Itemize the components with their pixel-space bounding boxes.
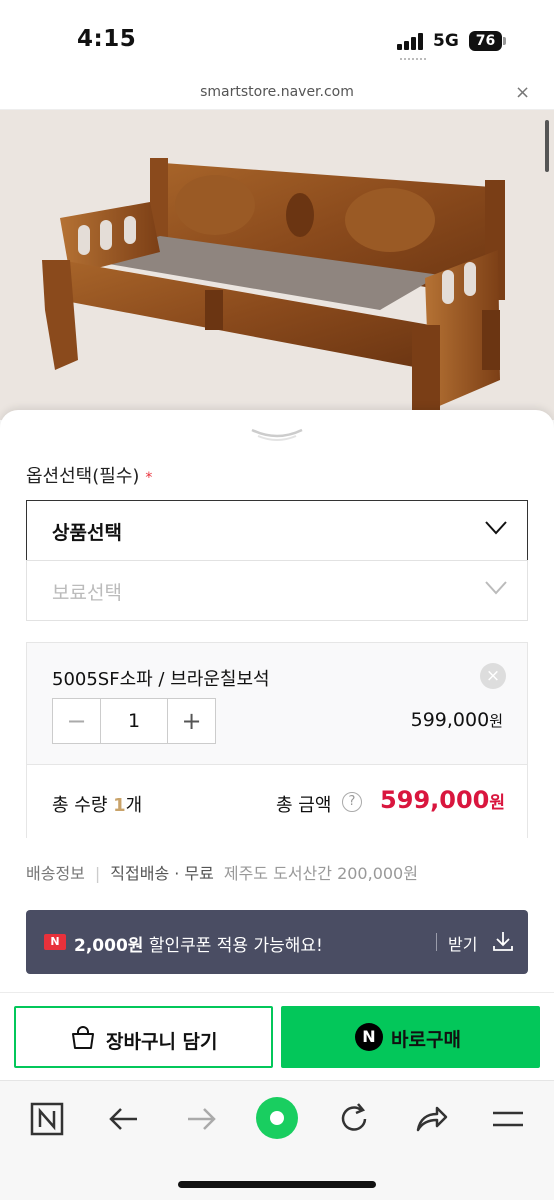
decrease-quantity-button[interactable]: − — [53, 699, 100, 743]
total-amount-unit: 원 — [489, 793, 505, 813]
increase-quantity-button[interactable]: + — [168, 699, 215, 743]
option-sheet: 옵션선택(필수) * 상품선택 보료선택 5005SF소파 / 브라운칠보석 × … — [0, 410, 554, 992]
shopping-bag-icon — [72, 1026, 94, 1049]
item-price-value: 599,000 — [410, 709, 490, 731]
buy-now-button[interactable]: N 바로구매 — [281, 1006, 540, 1068]
total-amount: 599,000원 — [380, 786, 505, 814]
remove-item-icon[interactable]: × — [480, 663, 506, 689]
divider — [436, 933, 437, 951]
quantity-input[interactable]: 1 — [100, 699, 168, 743]
share-icon[interactable] — [411, 1099, 451, 1139]
add-to-cart-label: 장바구니 담기 — [106, 1031, 218, 1053]
total-row: 총 수량 1개 총 금액 ? 599,000원 — [27, 764, 527, 838]
selected-item-name: 5005SF소파 / 브라운칠보석 — [52, 669, 270, 690]
shipping-info: 배송정보 | 직접배송 · 무료 제주도 도서산간 200,000원 — [26, 860, 418, 884]
status-bar: 4:15 5G 76 — [0, 0, 554, 78]
finish-select[interactable]: 보료선택 — [26, 560, 528, 621]
naver-home-icon[interactable] — [27, 1099, 67, 1139]
total-quantity: 총 수량 1개 — [52, 791, 142, 817]
url-text[interactable]: smartstore.naver.com — [0, 84, 554, 100]
shipping-label: 배송정보 — [26, 864, 85, 883]
finish-select-label: 보료선택 — [52, 582, 122, 604]
chevron-down-icon — [485, 521, 507, 535]
signal-icon — [397, 33, 425, 50]
total-quantity-label: 총 수량 — [52, 795, 108, 816]
close-icon[interactable]: × — [515, 82, 530, 103]
option-title: 옵션선택(필수) * — [26, 462, 152, 488]
product-select[interactable]: 상품선택 — [26, 500, 528, 561]
refresh-icon[interactable] — [334, 1099, 374, 1139]
shipping-extra: 제주도 도서산간 200,000원 — [223, 864, 418, 883]
forward-arrow-icon[interactable] — [181, 1099, 221, 1139]
sheet-handle-icon[interactable] — [250, 426, 304, 444]
green-dot-icon[interactable] — [255, 1096, 299, 1140]
item-price-unit: 원 — [489, 712, 503, 730]
selected-item: 5005SF소파 / 브라운칠보석 × − 1 + 599,000원 총 수량 … — [26, 642, 528, 838]
coupon-banner[interactable]: N 2,000원 할인쿠폰 적용 가능해요! 받기 — [26, 910, 528, 974]
purchase-action-bar: 장바구니 담기 N 바로구매 — [0, 992, 554, 1080]
coupon-text: 2,000원 할인쿠폰 적용 가능해요! — [74, 931, 323, 956]
required-mark: * — [145, 470, 153, 486]
product-select-label: 상품선택 — [52, 522, 122, 544]
add-to-cart-button[interactable]: 장바구니 담기 — [14, 1006, 273, 1068]
battery-cap — [503, 37, 506, 45]
network-type: 5G — [433, 31, 459, 51]
hotspot-indicator — [400, 58, 426, 62]
status-time: 4:15 — [77, 26, 137, 52]
item-price: 599,000원 — [411, 709, 503, 731]
quantity-stepper: − 1 + — [52, 698, 216, 744]
back-arrow-icon[interactable] — [104, 1099, 144, 1139]
option-title-text: 옵션선택(필수) — [26, 466, 140, 487]
coupon-receive-button[interactable]: 받기 — [448, 931, 477, 955]
sofa-illustration — [42, 158, 505, 420]
chevron-down-icon — [485, 581, 507, 595]
product-image[interactable] — [0, 110, 554, 420]
scrollbar-thumb[interactable] — [545, 120, 549, 172]
coupon-message: 할인쿠폰 적용 가능해요! — [143, 936, 323, 956]
naver-pay-icon: N — [355, 1023, 383, 1051]
divider: | — [94, 864, 101, 883]
browser-toolbar — [0, 1080, 554, 1200]
total-amount-label: 총 금액 — [276, 795, 332, 816]
naver-n-icon: N — [44, 934, 66, 950]
total-quantity-unit: 개 — [125, 795, 143, 816]
shipping-method: 직접배송 · 무료 — [110, 864, 214, 883]
home-indicator[interactable] — [178, 1181, 376, 1188]
url-bar[interactable]: smartstore.naver.com × — [0, 78, 554, 110]
battery-icon: 76 — [469, 31, 502, 51]
menu-icon[interactable] — [488, 1099, 528, 1139]
total-amount-value: 599,000 — [380, 786, 490, 814]
buy-now-label: 바로구매 — [391, 1029, 461, 1051]
help-icon[interactable]: ? — [342, 792, 362, 812]
coupon-amount: 2,000원 — [74, 936, 144, 956]
total-quantity-value: 1 — [113, 795, 126, 816]
download-icon[interactable] — [492, 930, 514, 952]
